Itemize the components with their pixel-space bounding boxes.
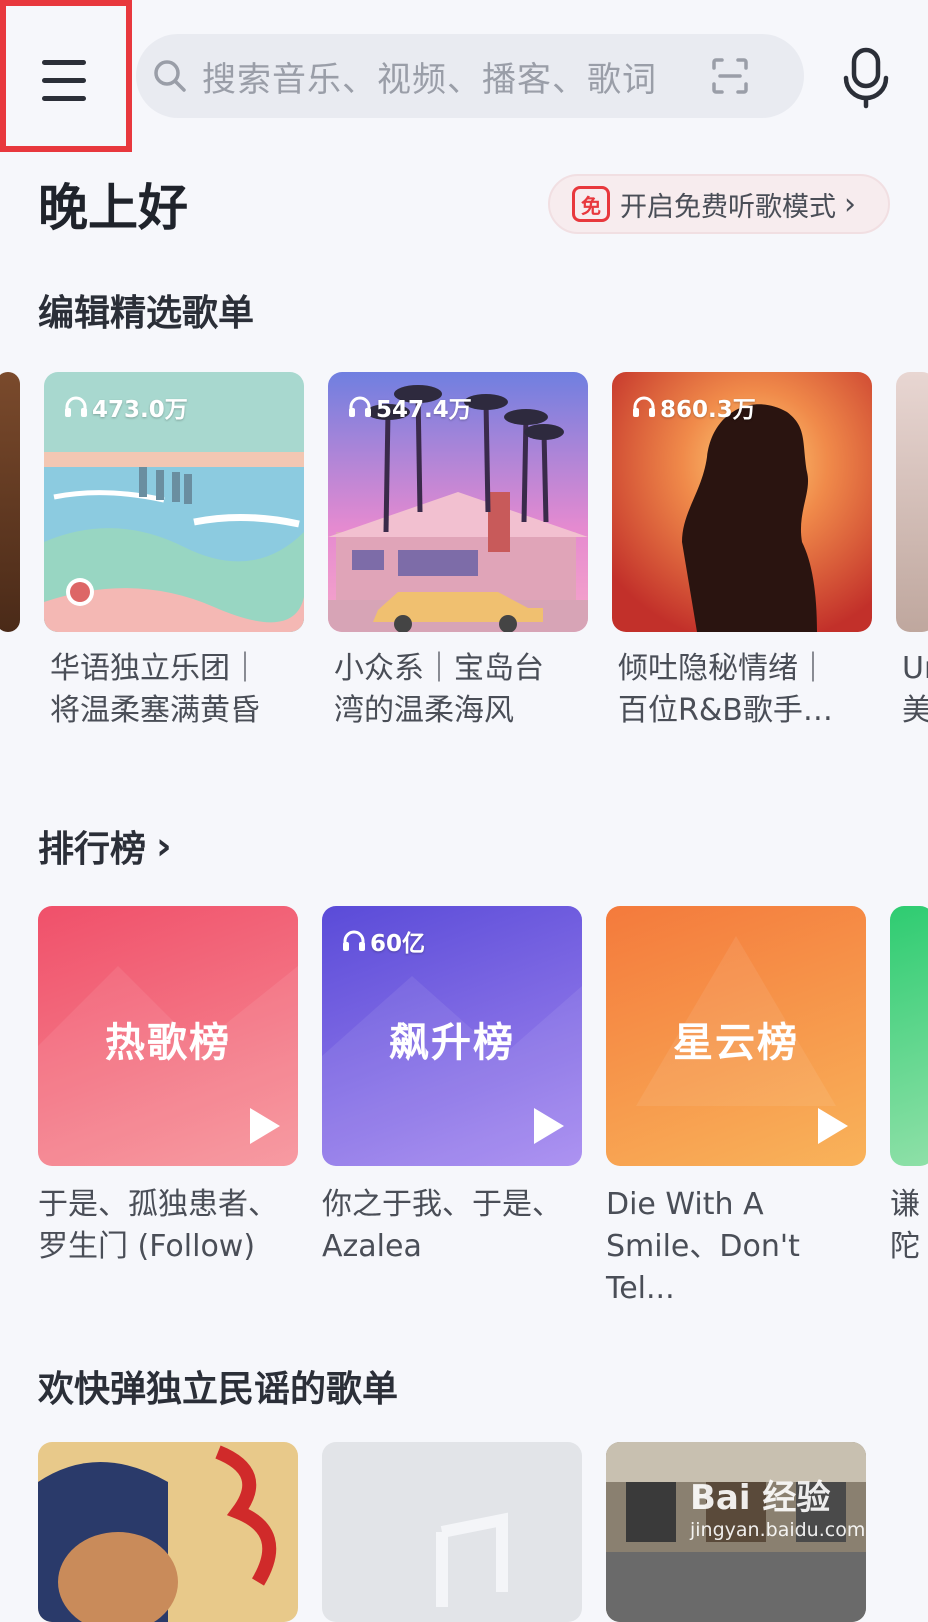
scan-icon[interactable] — [710, 56, 750, 96]
caption-line: 华语独立乐团｜ — [50, 651, 260, 686]
greeting: 晚上好 — [38, 179, 188, 237]
caption-line: 谦 — [890, 1187, 920, 1222]
free-listening-mode-button[interactable]: 免 开启免费听歌模式 › — [548, 174, 890, 234]
chart-name: 热歌榜 — [105, 1020, 231, 1066]
playlist-card-2[interactable]: 547.4万 — [328, 372, 588, 632]
caption-line: Smile、Don't Tel... — [606, 1229, 800, 1306]
menu-icon-bar — [42, 96, 86, 101]
folk-playlists-title: 欢快弹独立民谣的歌单 — [38, 1369, 399, 1410]
watermark: Bai 经验 jingyan.baidu.com — [690, 1470, 865, 1541]
caption-line: 小众系｜宝岛台 — [334, 651, 544, 686]
chart-name: 飙升榜 — [389, 1020, 515, 1066]
play-icon[interactable] — [250, 1108, 280, 1144]
caption-line: 陀 — [890, 1229, 920, 1264]
caption-line: 湾的温柔海风 — [334, 693, 514, 728]
chart-card-rising[interactable]: 60亿 飙升榜 — [322, 906, 582, 1166]
play-count-value: 860.3万 — [660, 397, 756, 423]
play-count: 860.3万 — [632, 390, 756, 424]
chevron-right-icon: › — [844, 186, 856, 222]
play-icon[interactable] — [534, 1108, 564, 1144]
menu-icon-bar — [42, 78, 86, 83]
chart-name: 星云榜 — [673, 1020, 799, 1066]
caption-line: 美 — [902, 693, 928, 728]
free-mode-label: 开启免费听歌模式 — [620, 191, 836, 223]
play-count: 60亿 — [342, 924, 425, 958]
playlist-card-3[interactable]: 860.3万 — [612, 372, 872, 632]
playlist-caption-1[interactable]: 华语独立乐团｜ 将温柔塞满黄昏 — [50, 648, 320, 732]
folk-playlist-card-2[interactable] — [322, 1442, 582, 1622]
chart-caption-rising[interactable]: 你之于我、于是、 Azalea — [322, 1184, 584, 1268]
playlist-caption-3[interactable]: 倾吐隐秘情绪｜ 百位R&B歌手… — [618, 648, 888, 732]
charts-title: 排行榜 — [38, 829, 147, 870]
headphones-icon — [633, 396, 655, 417]
caption-line: Ur — [902, 651, 928, 686]
playlist-cover-partial[interactable] — [0, 372, 20, 632]
headphones-icon — [343, 930, 365, 951]
chart-caption-partial[interactable]: 谦 陀 — [890, 1184, 928, 1268]
headphones-icon — [65, 396, 87, 417]
play-count: 547.4万 — [348, 390, 472, 424]
playlist-card-1[interactable]: 473.0万 — [44, 372, 304, 632]
watermark-brand: Bai 经验 — [690, 1478, 831, 1518]
search-icon — [154, 60, 186, 92]
menu-icon-bar — [42, 60, 86, 65]
search-placeholder: 搜索音乐、视频、播客、歌词 — [202, 59, 657, 100]
search-input[interactable]: 搜索音乐、视频、播客、歌词 — [136, 34, 804, 118]
chart-card-partial[interactable] — [890, 906, 928, 1166]
microphone-icon[interactable] — [834, 46, 898, 110]
caption-line: 于是、孤独患者、 — [38, 1187, 278, 1222]
caption-line: 罗生门 (Follow) — [38, 1229, 256, 1264]
play-count: 473.0万 — [64, 390, 188, 424]
playlist-cover-partial[interactable] — [896, 372, 928, 632]
chart-caption-nebula[interactable]: Die With A Smile、Don't Tel... — [606, 1184, 868, 1310]
chart-caption-hot[interactable]: 于是、孤独患者、 罗生门 (Follow) — [38, 1184, 300, 1268]
playlist-caption-partial[interactable]: Ur 美 — [902, 648, 928, 732]
headphones-icon — [349, 396, 371, 417]
caption-line: Azalea — [322, 1229, 422, 1264]
play-count-value: 547.4万 — [376, 397, 472, 423]
play-count-value: 473.0万 — [92, 397, 188, 423]
free-badge-icon: 免 — [572, 186, 610, 222]
menu-button[interactable] — [0, 0, 132, 152]
chart-card-hot[interactable]: 热歌榜 — [38, 906, 298, 1166]
playlist-cover-image — [38, 1442, 298, 1622]
charts-title-link[interactable]: 排行榜 › — [38, 820, 172, 872]
folk-playlist-card-1[interactable] — [38, 1442, 298, 1622]
chart-card-nebula[interactable]: 星云榜 — [606, 906, 866, 1166]
caption-line: 你之于我、于是、 — [322, 1187, 562, 1222]
watermark-url: jingyan.baidu.com — [690, 1519, 866, 1541]
caption-line: Die With A — [606, 1187, 764, 1222]
editor-picks-title: 编辑精选歌单 — [38, 293, 255, 334]
play-icon[interactable] — [818, 1108, 848, 1144]
playlist-caption-2[interactable]: 小众系｜宝岛台 湾的温柔海风 — [334, 648, 604, 732]
caption-line: 倾吐隐秘情绪｜ — [618, 651, 828, 686]
caption-line: 将温柔塞满黄昏 — [50, 693, 260, 728]
play-count-value: 60亿 — [370, 931, 426, 957]
caption-line: 百位R&B歌手… — [618, 693, 833, 728]
chevron-right-icon: › — [156, 824, 172, 868]
music-note-icon — [436, 1512, 508, 1607]
